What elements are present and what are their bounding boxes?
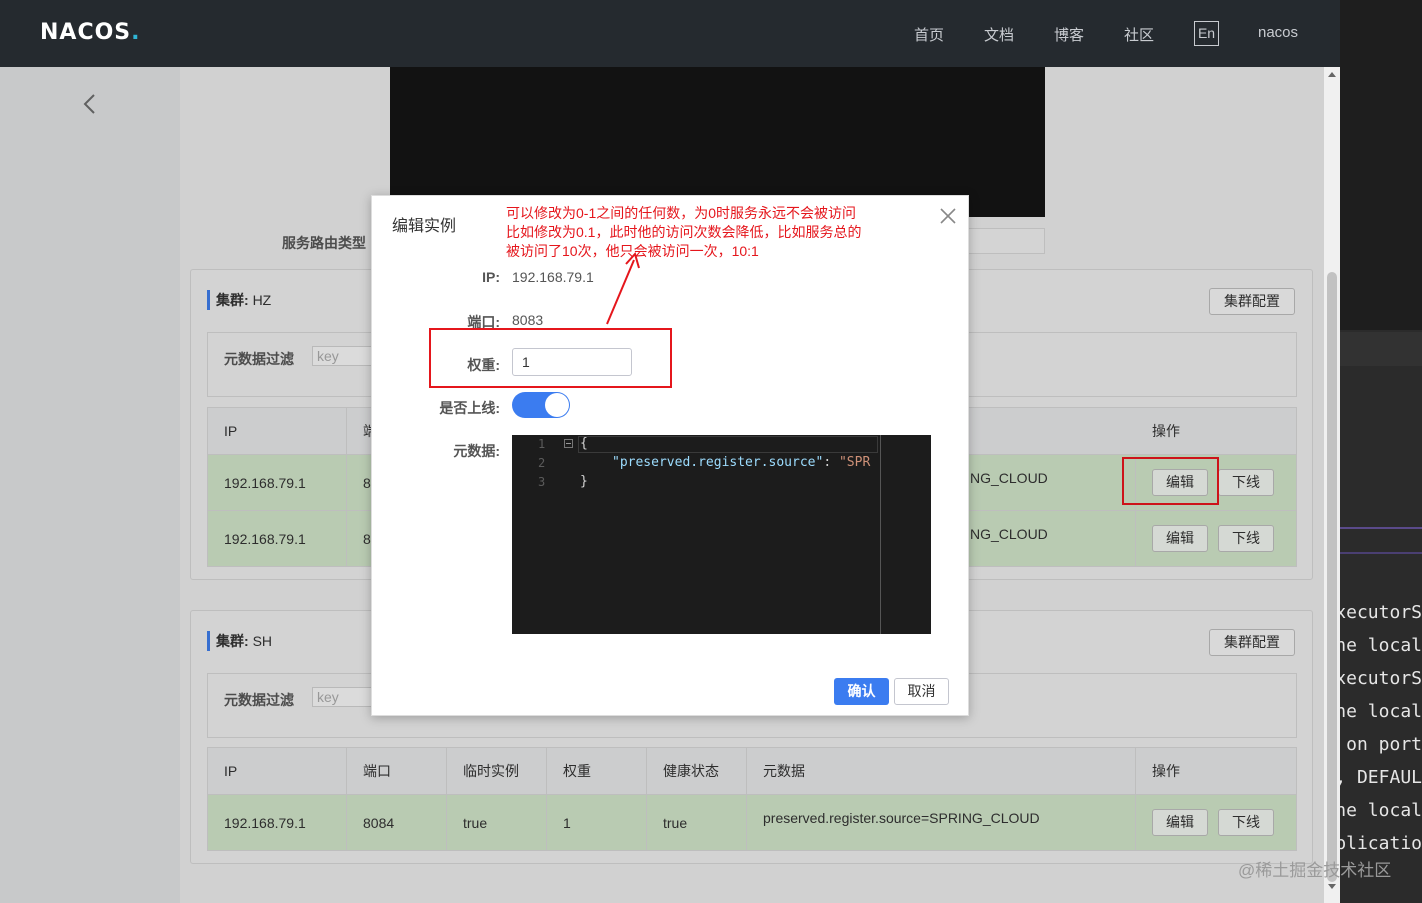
scroll-down-icon[interactable] [1328, 884, 1336, 889]
terminal-line: he local [1340, 701, 1422, 722]
confirm-button[interactable]: 确认 [834, 678, 889, 705]
terminal-line: plicatio [1340, 833, 1422, 854]
nav-blog[interactable]: 博客 [1054, 24, 1084, 45]
switch-knob [545, 393, 569, 417]
line-number: 3 [538, 475, 546, 489]
nav-home[interactable]: 首页 [914, 24, 944, 45]
terminal-line: on port [1346, 734, 1422, 755]
code-line: } [580, 474, 588, 489]
terminal-line: he local [1340, 635, 1422, 656]
ip-label: IP: [482, 269, 500, 285]
terminal-divider [1340, 552, 1422, 554]
line-number: 1 [538, 437, 546, 451]
metadata-label: 元数据: [453, 443, 500, 459]
nav-user[interactable]: nacos [1258, 24, 1298, 41]
terminal-line: xecutorS [1340, 668, 1422, 689]
dialog-title: 编辑实例 [392, 218, 457, 235]
nav-community[interactable]: 社区 [1124, 24, 1154, 45]
nav-docs[interactable]: 文档 [984, 24, 1014, 45]
scroll-thumb[interactable] [1327, 272, 1337, 882]
annotation-arrow [606, 251, 640, 325]
ip-value: 192.168.79.1 [512, 269, 594, 285]
page-scrollbar[interactable] [1324, 67, 1340, 903]
terminal-panel: xecutorS he local xecutorS he local on p… [1340, 0, 1422, 903]
terminal-divider [1340, 527, 1422, 529]
highlight-weight-field [429, 328, 672, 388]
terminal-line: he local [1340, 800, 1422, 821]
weight-annotation: 可以修改为0-1之间的任何数，为0时服务永远不会被访问 比如修改为0.1，此时他… [506, 205, 862, 259]
nacos-logo[interactable]: NACOS. [40, 20, 141, 45]
cancel-button[interactable]: 取消 [894, 678, 949, 705]
scroll-up-icon[interactable] [1328, 72, 1336, 77]
terminal-line: xecutorS [1340, 602, 1422, 623]
code-line: { [580, 436, 588, 451]
close-icon[interactable] [938, 206, 958, 226]
active-line [578, 436, 878, 453]
online-label: 是否上线: [439, 400, 500, 416]
terminal-line: , DEFAUL [1340, 767, 1422, 788]
line-number: 2 [538, 456, 546, 470]
port-value: 8083 [512, 312, 544, 328]
metadata-code-editor[interactable]: 1 2 3 { "preserved.register.source": "SP… [512, 435, 931, 634]
terminal-header [1340, 0, 1422, 330]
top-nav: NACOS. 首页 文档 博客 社区 En nacos [0, 0, 1340, 67]
online-switch[interactable] [512, 392, 570, 418]
edit-instance-dialog: 编辑实例 可以修改为0-1之间的任何数，为0时服务永远不会被访问 比如修改为0.… [371, 195, 969, 716]
print-margin [880, 435, 881, 634]
terminal-toolbar [1340, 332, 1422, 366]
code-line: "preserved.register.source": "SPR [612, 455, 871, 470]
language-switch[interactable]: En [1194, 21, 1219, 46]
watermark: @稀土掘金技术社区 [1238, 861, 1392, 880]
fold-icon[interactable] [564, 439, 573, 448]
